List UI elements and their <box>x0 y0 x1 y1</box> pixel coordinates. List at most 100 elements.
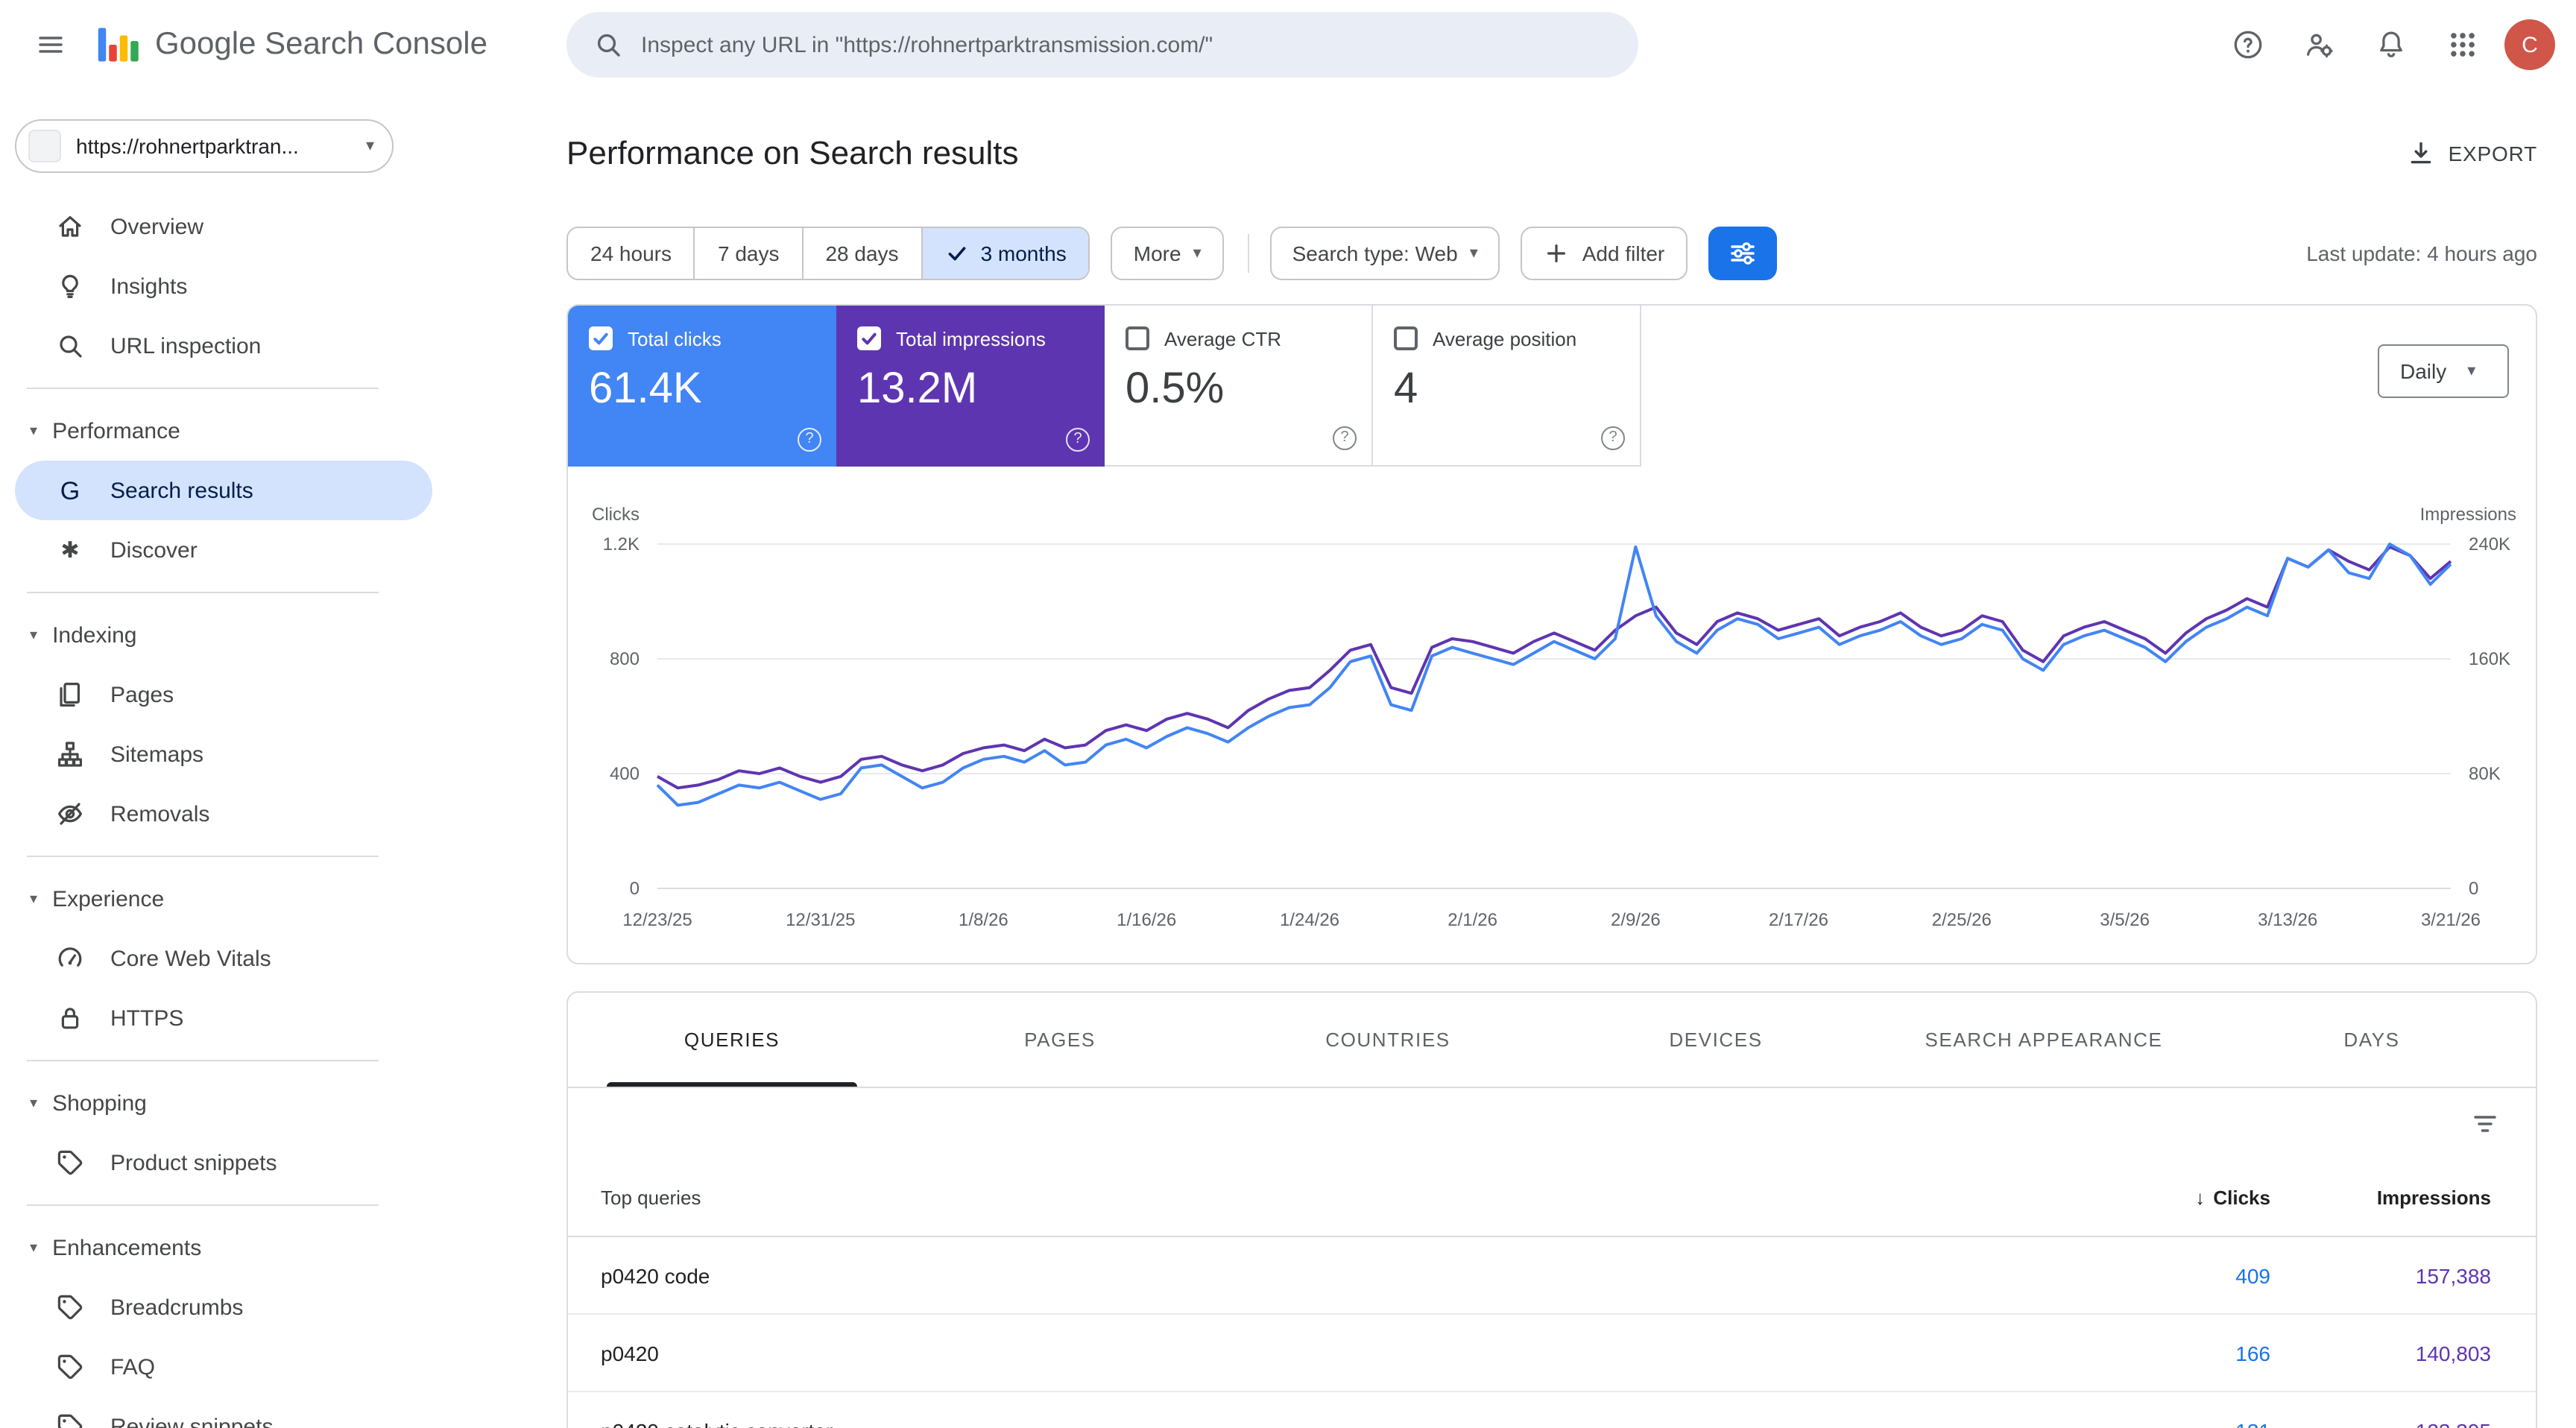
tab-search-appearance[interactable]: SEARCH APPEARANCE <box>1880 993 2208 1087</box>
sidebar-item-product-snippets[interactable]: Product snippets <box>15 1133 432 1192</box>
page-title: Performance on Search results <box>566 134 1019 173</box>
account-avatar[interactable]: C <box>2504 19 2555 70</box>
last-update-text: Last update: 4 hours ago <box>2306 241 2537 265</box>
sidebar-item-https[interactable]: HTTPS <box>15 988 432 1048</box>
clicks-value[interactable]: 166 <box>2047 1341 2270 1365</box>
help-button[interactable] <box>2218 15 2278 75</box>
date-range-7-days[interactable]: 7 days <box>694 228 802 279</box>
sidebar-section-enhancements[interactable]: ▾Enhancements <box>0 1218 447 1277</box>
product-logo[interactable]: Google Search Console <box>95 22 487 67</box>
core-web-vitals-icon <box>54 944 86 973</box>
url-inspection-icon <box>54 331 86 361</box>
review-snippets-icon <box>54 1412 86 1428</box>
column-clicks[interactable]: ↓ Clicks <box>2047 1187 2270 1209</box>
impressions-value: 157,388 <box>2270 1263 2536 1287</box>
sidebar-section-shopping[interactable]: ▾Shopping <box>0 1073 447 1133</box>
help-icon <box>2232 28 2264 61</box>
sidebar-section-label: Experience <box>52 886 164 912</box>
sidebar-section-label: Enhancements <box>52 1235 201 1260</box>
sidebar-item-search-results[interactable]: GSearch results <box>15 461 432 520</box>
metric-tile-average-position[interactable]: Average position4? <box>1373 306 1641 467</box>
sidebar-item-removals[interactable]: Removals <box>15 784 432 844</box>
main-menu-button[interactable] <box>21 15 80 75</box>
svg-text:1/16/26: 1/16/26 <box>1117 910 1176 930</box>
help-icon[interactable]: ? <box>1601 426 1625 450</box>
clicks-value[interactable]: 131 <box>2047 1418 2270 1428</box>
timeseries-chart[interactable]: 0040080K800160K1.2K240KClicksImpressions… <box>568 467 2536 963</box>
sidebar-item-core-web-vitals[interactable]: Core Web Vitals <box>15 929 432 988</box>
url-inspect-input[interactable] <box>641 32 1611 57</box>
overview-icon <box>54 212 86 241</box>
property-selector[interactable]: https://rohnertparktran... ▾ <box>15 119 394 173</box>
impressions-value: 140,803 <box>2270 1341 2536 1365</box>
granularity-select[interactable]: Daily▾ <box>2378 344 2509 398</box>
column-top-queries[interactable]: Top queries <box>568 1187 2047 1209</box>
sidebar-divider <box>27 1060 379 1061</box>
checkbox-checked-icon[interactable] <box>857 326 881 350</box>
help-icon[interactable]: ? <box>1066 428 1090 452</box>
more-date-ranges-button[interactable]: More▾ <box>1111 227 1224 280</box>
sidebar-item-discover[interactable]: ✱Discover <box>15 520 432 580</box>
sidebar-item-label: Removals <box>110 801 209 827</box>
checkbox-unchecked-icon[interactable] <box>1126 326 1149 350</box>
table-filter-button[interactable] <box>2455 1094 2515 1154</box>
svg-text:1/24/26: 1/24/26 <box>1280 910 1339 930</box>
sidebar-section-experience[interactable]: ▾Experience <box>0 869 447 929</box>
svg-text:2/17/26: 2/17/26 <box>1769 910 1828 930</box>
help-icon[interactable]: ? <box>798 428 821 452</box>
sidebar-item-label: URL inspection <box>110 333 261 358</box>
clicks-value[interactable]: 409 <box>2047 1263 2270 1287</box>
tab-queries[interactable]: QUERIES <box>568 993 896 1087</box>
tab-countries[interactable]: COUNTRIES <box>1224 993 1552 1087</box>
query-row[interactable]: p0420166140,803 <box>568 1315 2536 1392</box>
help-icon[interactable]: ? <box>1333 426 1357 450</box>
google-apps-button[interactable] <box>2433 15 2493 75</box>
pages-icon <box>54 680 86 710</box>
tab-days[interactable]: DAYS <box>2208 993 2536 1087</box>
metric-tile-total-clicks[interactable]: Total clicks61.4K? <box>568 306 836 467</box>
tab-pages[interactable]: PAGES <box>896 993 1224 1087</box>
table-body: p0420 code409157,388p0420166140,803p0420… <box>568 1237 2536 1428</box>
bell-icon <box>2375 28 2408 61</box>
metric-tile-average-ctr[interactable]: Average CTR0.5%? <box>1105 306 1373 467</box>
sidebar-item-label: Discover <box>110 537 198 563</box>
sidebar-item-sitemaps[interactable]: Sitemaps <box>15 724 432 784</box>
date-range-24-hours[interactable]: 24 hours <box>568 228 694 279</box>
query-row[interactable]: p0420 catalytic converter131123,395 <box>568 1392 2536 1428</box>
url-inspect-searchbar[interactable] <box>566 12 1638 78</box>
sidebar-item-insights[interactable]: Insights <box>15 256 432 316</box>
sidebar-item-label: HTTPS <box>110 1005 183 1031</box>
apps-grid-icon <box>2446 28 2479 61</box>
manage-accounts-button[interactable] <box>2290 15 2349 75</box>
sidebar-item-review-snippets[interactable]: Review snippets <box>15 1397 432 1428</box>
sidebar-item-overview[interactable]: Overview <box>15 197 432 256</box>
search-type-chip[interactable]: Search type: Web▾ <box>1270 227 1500 280</box>
sidebar-item-url-inspection[interactable]: URL inspection <box>15 316 432 376</box>
notifications-button[interactable] <box>2361 15 2421 75</box>
date-range-group: 24 hours7 days28 days 3 months <box>566 227 1090 280</box>
checkbox-unchecked-icon[interactable] <box>1394 326 1418 350</box>
date-range-3-months[interactable]: 3 months <box>921 228 1089 279</box>
date-range-28-days[interactable]: 28 days <box>801 228 921 279</box>
svg-text:160K: 160K <box>2469 649 2510 669</box>
metric-tile-total-impressions[interactable]: Total impressions13.2M? <box>836 306 1105 467</box>
column-impressions[interactable]: Impressions <box>2270 1187 2536 1209</box>
sidebar-item-label: Insights <box>110 274 187 299</box>
date-range-label: 3 months <box>981 241 1067 265</box>
sidebar-item-faq[interactable]: FAQ <box>15 1337 432 1397</box>
sidebar-divider <box>27 856 379 857</box>
tab-devices[interactable]: DEVICES <box>1552 993 1880 1087</box>
sidebar-section-performance[interactable]: ▾Performance <box>0 401 447 461</box>
svg-text:3/13/26: 3/13/26 <box>2258 910 2317 930</box>
export-button[interactable]: EXPORT <box>2407 139 2537 168</box>
checkbox-checked-icon[interactable] <box>589 326 613 350</box>
sidebar-section-indexing[interactable]: ▾Indexing <box>0 605 447 665</box>
query-cell: p0420 catalytic converter <box>568 1418 2047 1428</box>
query-row[interactable]: p0420 code409157,388 <box>568 1237 2536 1315</box>
filter-settings-button[interactable] <box>1708 227 1776 280</box>
add-filter-button[interactable]: Add filter <box>1521 227 1688 280</box>
app: Google Search Console C htt <box>0 0 2576 1428</box>
sidebar-item-label: Breadcrumbs <box>110 1295 243 1320</box>
sidebar-item-breadcrumbs[interactable]: Breadcrumbs <box>15 1277 432 1337</box>
sidebar-item-pages[interactable]: Pages <box>15 665 432 724</box>
